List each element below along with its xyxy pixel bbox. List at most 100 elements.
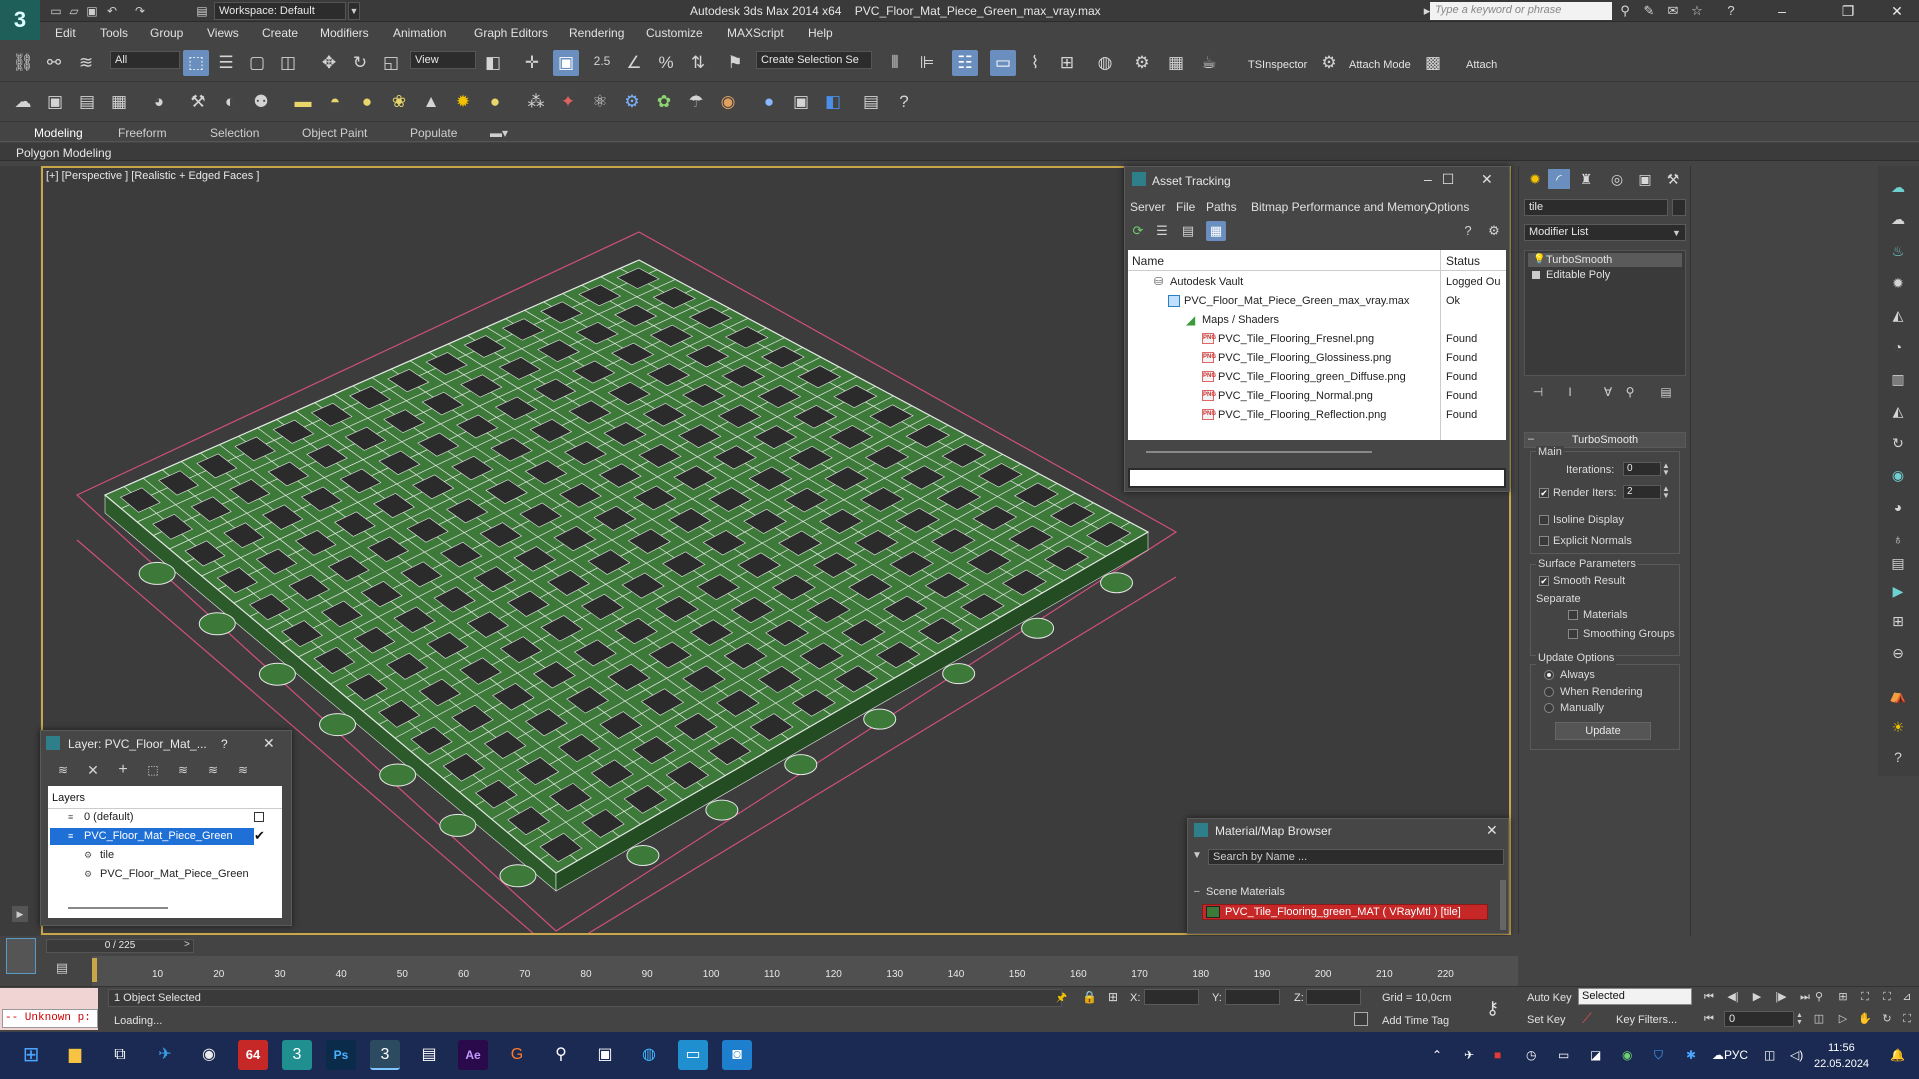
calculator-icon[interactable]: ▦ [106,89,132,115]
project-folder-icon[interactable]: ▤ [194,3,210,19]
tsinspector-label[interactable]: TSInspector [1248,58,1307,72]
angle-snap-icon[interactable]: ∠ [621,50,647,76]
absolute-mode-icon[interactable]: ⊞ [1108,990,1118,1004]
key-selection-set-select[interactable]: Selected [1578,988,1692,1005]
smooth-result-checkbox[interactable]: ✔ [1539,576,1549,586]
layer-manager-icon[interactable]: ☷ [952,50,978,76]
select-object-icon[interactable]: ⬚ [183,50,209,76]
asset-row-name[interactable]: Autodesk Vault [1170,276,1243,289]
tray-display-icon[interactable]: ▭ [1558,1048,1569,1062]
asset-close-icon[interactable]: ✕ [1481,172,1493,186]
asset-list-icon[interactable]: ☰ [1152,221,1172,241]
isoline-display-checkbox[interactable] [1539,515,1549,525]
tray-nvidia-icon[interactable]: ◉ [1622,1048,1632,1062]
side-tool-icon[interactable]: ↻ [1886,432,1910,454]
material-browser-options-icon[interactable]: ▼ [1192,850,1202,862]
move-icon[interactable]: ✥ [316,50,342,76]
rect-selection-icon[interactable]: ▢ [244,50,270,76]
scene-explorer-icon[interactable]: ☁ [10,89,36,115]
wrench-icon[interactable]: ⚒ [185,89,211,115]
favorites-star-icon[interactable]: ☆ [1688,3,1706,19]
asset-path-field[interactable] [1128,468,1506,488]
layer-row[interactable]: 0 (default) [84,811,134,824]
editor-icon[interactable]: ▤ [74,89,100,115]
tab-object-paint[interactable]: Object Paint [302,126,367,140]
asset-row-name[interactable]: PVC_Floor_Mat_Piece_Green_max_vray.max [1184,295,1409,308]
update-button[interactable]: Update [1555,722,1651,740]
asset-menu-paths[interactable]: Paths [1206,200,1237,214]
toolbar-help-icon[interactable]: ? [891,89,917,115]
layer-active-checkbox[interactable] [254,812,264,822]
keyboard-shortcut-override-icon[interactable]: ▣ [553,50,579,76]
material-item[interactable]: PVC_Tile_Flooring_green_MAT ( VRayMtl ) … [1202,904,1488,920]
key-filters-button[interactable]: Key Filters... [1616,1014,1677,1027]
select-manipulate-icon[interactable]: ✛ [519,50,545,76]
asset-row-name[interactable]: PVC_Tile_Flooring_Normal.png [1218,390,1373,403]
magnifier-icon[interactable]: ⚲ [546,1040,576,1070]
layer-object-row[interactable]: PVC_Floor_Mat_Piece_Green [100,868,249,881]
current-frame-marker[interactable] [92,958,97,982]
set-key-mode-icon[interactable]: ⚷ [1486,998,1499,1018]
maxscript-output[interactable]: -- Unknown p: [2,1009,98,1028]
tray-volume-icon[interactable]: ◁) [1790,1048,1803,1062]
time-slider[interactable]: 0 / 225 [46,939,194,953]
edit-named-selection-icon[interactable]: ⚑ [722,50,748,76]
zoom-extents-icon[interactable]: ⛶ [1856,988,1874,1006]
edge-icon[interactable]: ◍ [634,1040,664,1070]
viewport-label[interactable]: [+] [Perspective ] [Realistic + Edged Fa… [46,170,259,183]
restore-icon[interactable]: ❐ [1826,0,1870,22]
task-view-icon[interactable]: ⧉ [105,1040,135,1070]
rendered-frame-icon[interactable]: ▦ [1163,50,1189,76]
layer-horizontal-scrollbar[interactable] [68,907,168,909]
unlink-icon[interactable]: ⚯ [41,50,67,76]
camera-exposure-icon[interactable]: ◉ [715,89,741,115]
checker-icon[interactable]: ▩ [1420,50,1446,76]
side-tool-icon[interactable]: ◉ [1886,464,1910,486]
proxy-icon[interactable]: ⚛ [587,89,613,115]
particles-icon[interactable]: ⁂ [523,89,549,115]
side-tool-icon[interactable]: ⛺ [1886,684,1910,706]
tab-modeling[interactable]: Modeling [34,126,83,140]
redo-icon[interactable]: ↷ [132,3,148,19]
scene-materials-group[interactable]: Scene Materials [1206,886,1285,899]
asset-menu-file[interactable]: File [1176,200,1195,214]
dome-icon[interactable]: ◐ [217,89,243,115]
material-browser-scrollbar[interactable] [1500,880,1506,930]
3dsmax-alt-icon[interactable]: 3 [282,1040,312,1070]
utilities-tab-icon[interactable]: ⚒ [1662,169,1684,189]
make-unique-icon[interactable]: ∀ [1598,383,1618,401]
align-icon[interactable]: ⊫ [914,50,940,76]
modify-tab-icon[interactable]: ◜ [1548,169,1570,189]
viewport-layout-expand-icon[interactable]: ▶ [12,906,28,922]
side-tool-icon[interactable]: ✹ [1886,272,1910,294]
app-logo-icon[interactable]: 3 [0,0,40,40]
stack-item-turbosmooth[interactable]: TurboSmooth [1528,253,1682,267]
side-tool-icon[interactable]: ▥ [1886,368,1910,390]
key-mode-toggle-icon[interactable]: ⏮ [1700,1010,1718,1028]
link-icon[interactable]: ⛓ [10,50,36,76]
attach-label[interactable]: Attach [1466,58,1497,72]
side-help-icon[interactable]: ? [1886,746,1910,768]
asset-row-name[interactable]: PVC_Tile_Flooring_Reflection.png [1218,409,1386,422]
layer-help-button[interactable]: ? [221,737,228,751]
hdr-icon[interactable]: ☂ [683,89,709,115]
schematic-view-icon[interactable]: ⊞ [1054,50,1080,76]
save-icon[interactable]: ▣ [84,3,100,19]
side-tool-icon[interactable]: ◭ [1886,400,1910,422]
mesh-light-icon[interactable]: ❀ [386,89,412,115]
configure-modifier-sets-icon[interactable]: ▤ [1656,383,1676,401]
render-iters-checkbox[interactable]: ✔ [1539,488,1549,498]
sphere-light-icon[interactable]: ◓ [322,89,348,115]
side-tool-icon[interactable]: ♁ [1886,528,1910,550]
layer-close-icon[interactable]: ✕ [263,736,275,750]
update-when-rendering-radio[interactable] [1544,687,1554,697]
sphere-fur-icon[interactable]: ✦ [555,89,581,115]
previous-frame-icon[interactable]: ◀| [1724,988,1742,1006]
asset-column-status[interactable]: Status [1446,254,1480,268]
y-coordinate-input[interactable] [1225,989,1280,1005]
displacement-icon[interactable]: ⚙ [619,89,645,115]
asset-column-name[interactable]: Name [1132,254,1164,268]
side-tool-icon[interactable]: ⊖ [1886,642,1910,664]
named-selection-input[interactable]: Create Selection Se [756,51,872,69]
reference-coord-select[interactable]: View [410,51,476,69]
